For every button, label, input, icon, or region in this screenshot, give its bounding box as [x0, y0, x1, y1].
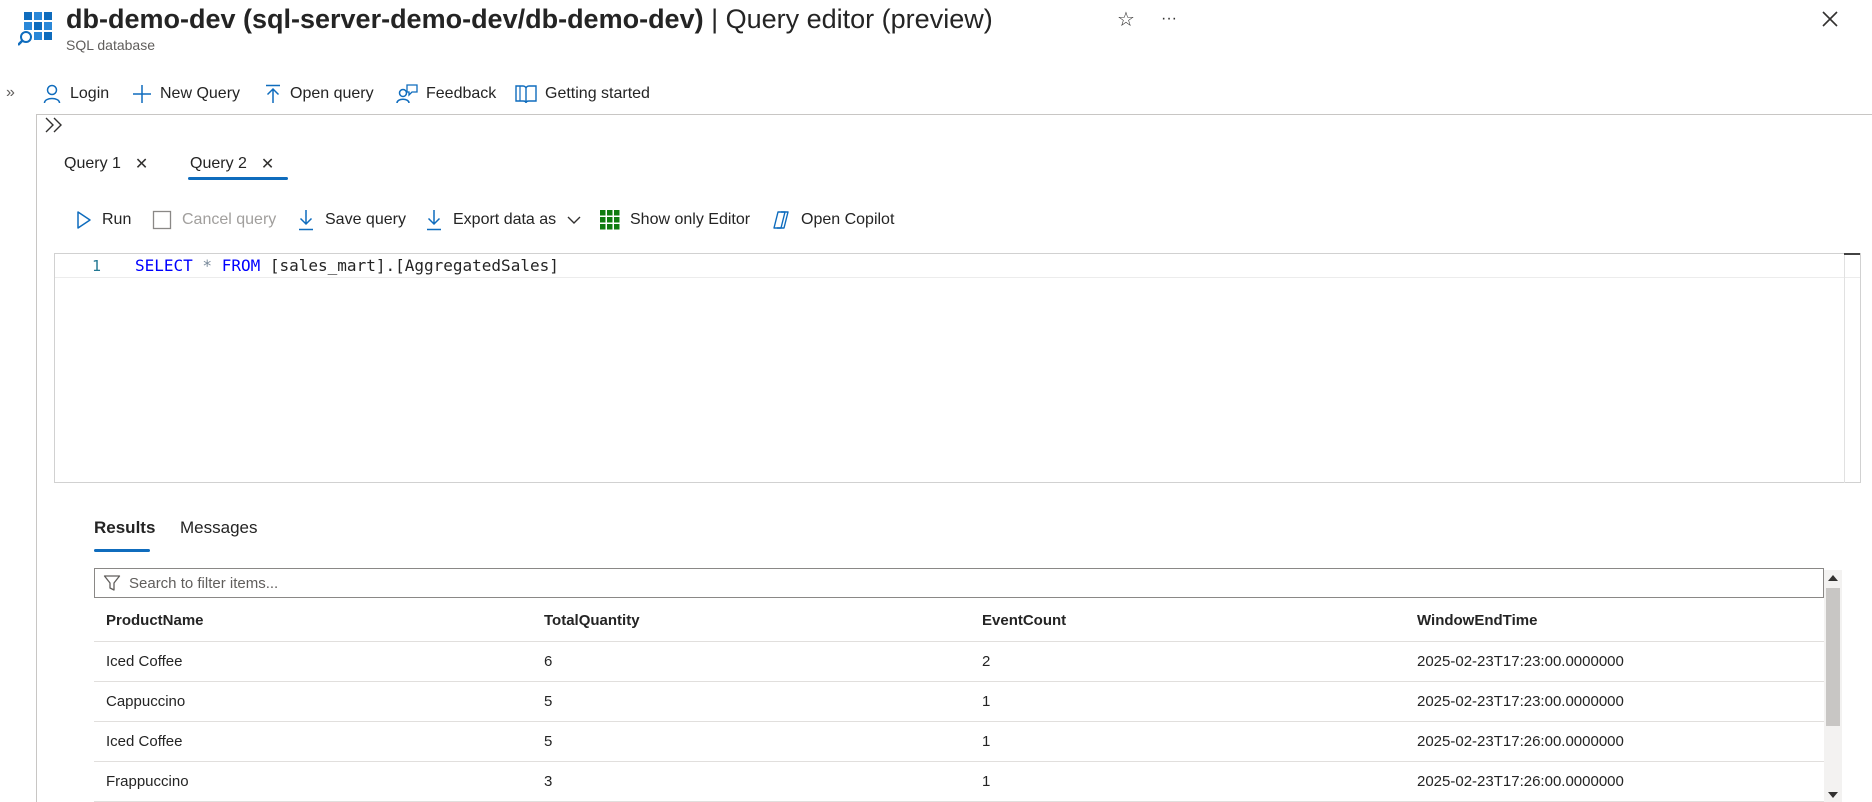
save-query-label: Save query: [325, 211, 406, 228]
pane-left-border: [36, 115, 37, 802]
table-cell: 2025-02-23T17:26:00.0000000: [1417, 773, 1624, 790]
sql-keyword: SELECT: [135, 256, 193, 275]
line-number: 1: [92, 257, 102, 275]
column-header-eventcount[interactable]: EventCount: [982, 602, 1066, 640]
book-icon: [515, 85, 537, 104]
download-arrow-icon: [299, 210, 313, 231]
column-header-windowendtime[interactable]: WindowEndTime: [1417, 602, 1537, 640]
stop-icon: [152, 210, 172, 230]
results-filter: [94, 568, 1824, 598]
sql-identifier: [sales_mart].[AggregatedSales]: [260, 256, 559, 275]
tab-results[interactable]: Results: [94, 518, 155, 546]
copilot-icon: [773, 211, 789, 229]
tab-messages[interactable]: Messages: [180, 518, 257, 546]
database-name: db-demo-dev (sql-server-demo-dev/db-demo…: [66, 4, 704, 34]
export-data-label: Export data as: [453, 211, 557, 228]
expand-sidebar-icon[interactable]: »: [6, 84, 15, 102]
show-only-editor-button[interactable]: Show only Editor: [600, 206, 750, 234]
play-icon: [77, 211, 91, 229]
login-label: Login: [70, 85, 110, 102]
table-cell: 3: [544, 773, 553, 790]
table-cell: 2025-02-23T17:23:00.0000000: [1417, 653, 1624, 670]
open-query-button[interactable]: Open query: [264, 80, 374, 108]
table-row[interactable]: Cappuccino 5 1 2025-02-23T17:23:00.00000…: [94, 682, 1824, 722]
table-row[interactable]: Frappuccino 3 1 2025-02-23T17:26:00.0000…: [94, 762, 1824, 802]
table-cell: Iced Coffee: [106, 733, 183, 750]
active-results-tab-indicator: [94, 549, 150, 552]
cancel-query-button[interactable]: Cancel query: [152, 206, 276, 234]
feedback-label: Feedback: [426, 85, 497, 102]
search-input[interactable]: [127, 573, 1777, 593]
upload-arrow-icon: [266, 84, 280, 103]
commandbar-divider: [36, 114, 1872, 115]
code-line[interactable]: SELECT * FROM [sales_mart].[AggregatedSa…: [135, 254, 559, 278]
run-label: Run: [102, 211, 132, 228]
column-header-totalquantity[interactable]: TotalQuantity: [544, 602, 640, 640]
new-query-button[interactable]: New Query: [132, 80, 240, 108]
run-button[interactable]: Run: [76, 206, 131, 234]
close-icon: [1822, 11, 1838, 27]
getting-started-label: Getting started: [545, 85, 650, 102]
table-cell: 2025-02-23T17:26:00.0000000: [1417, 733, 1624, 750]
table-cell: 5: [544, 693, 553, 710]
table-cell: 1: [982, 773, 991, 790]
person-icon: [43, 84, 61, 104]
sql-database-icon: [18, 12, 52, 46]
scroll-up-icon[interactable]: [1826, 573, 1840, 583]
query-editor-page: db-demo-dev (sql-server-demo-dev/db-demo…: [0, 0, 1872, 802]
grid-icon: [600, 210, 620, 230]
table-cell: Cappuccino: [106, 693, 186, 710]
tab-query-2[interactable]: Query 2 ✕: [190, 148, 274, 180]
login-button[interactable]: Login: [42, 80, 109, 108]
table-cell: Frappuccino: [106, 773, 189, 790]
plus-icon: [133, 85, 151, 103]
export-data-dropdown[interactable]: Export data as: [425, 206, 582, 234]
scroll-down-icon[interactable]: [1826, 790, 1840, 800]
sql-editor[interactable]: [54, 253, 1861, 483]
tab-label: Query 1: [64, 155, 121, 172]
close-button[interactable]: [1816, 4, 1844, 34]
page-title-suffix: | Query editor (preview): [703, 4, 993, 34]
cancel-query-label: Cancel query: [182, 211, 277, 228]
tab-query-1[interactable]: Query 1 ✕: [64, 148, 148, 180]
collapse-pane-icon[interactable]: [44, 116, 64, 134]
table-cell: 1: [982, 733, 991, 750]
more-options-icon[interactable]: ···: [1157, 6, 1181, 32]
table-header-row: ProductName TotalQuantity EventCount Win…: [94, 602, 1824, 642]
results-table: ProductName TotalQuantity EventCount Win…: [94, 602, 1824, 802]
editor-minimap-indicator: [1844, 253, 1860, 255]
table-cell: 1: [982, 693, 991, 710]
favorite-star-icon[interactable]: ☆: [1115, 6, 1137, 32]
show-only-editor-label: Show only Editor: [630, 211, 751, 228]
download-arrow-icon: [427, 210, 441, 231]
table-cell: Iced Coffee: [106, 653, 183, 670]
open-copilot-label: Open Copilot: [801, 211, 895, 228]
editor-scroll-rail[interactable]: [1844, 255, 1845, 483]
chevron-down-icon: [567, 216, 581, 224]
new-query-label: New Query: [160, 85, 241, 102]
table-cell: 2: [982, 653, 991, 670]
sql-keyword: FROM: [221, 256, 261, 275]
page-title: db-demo-dev (sql-server-demo-dev/db-demo…: [66, 0, 993, 38]
getting-started-button[interactable]: Getting started: [515, 80, 650, 108]
open-copilot-button[interactable]: Open Copilot: [771, 206, 894, 234]
feedback-icon: [396, 84, 418, 104]
feedback-button[interactable]: Feedback: [396, 80, 496, 108]
table-cell: 2025-02-23T17:23:00.0000000: [1417, 693, 1624, 710]
open-query-label: Open query: [290, 85, 374, 102]
close-tab-icon[interactable]: ✕: [135, 154, 148, 174]
table-row[interactable]: Iced Coffee 6 2 2025-02-23T17:23:00.0000…: [94, 642, 1824, 682]
tab-label: Query 2: [190, 155, 247, 172]
active-tab-indicator: [188, 177, 288, 180]
close-tab-icon[interactable]: ✕: [261, 154, 274, 174]
resource-type-label: SQL database: [66, 37, 155, 53]
sql-operator: *: [192, 256, 222, 275]
results-scrollbar-thumb[interactable]: [1826, 588, 1840, 726]
table-cell: 6: [544, 653, 553, 670]
table-cell: 5: [544, 733, 553, 750]
table-row[interactable]: Iced Coffee 5 1 2025-02-23T17:26:00.0000…: [94, 722, 1824, 762]
filter-icon: [103, 575, 121, 591]
column-header-productname[interactable]: ProductName: [106, 602, 204, 640]
save-query-button[interactable]: Save query: [297, 206, 406, 234]
